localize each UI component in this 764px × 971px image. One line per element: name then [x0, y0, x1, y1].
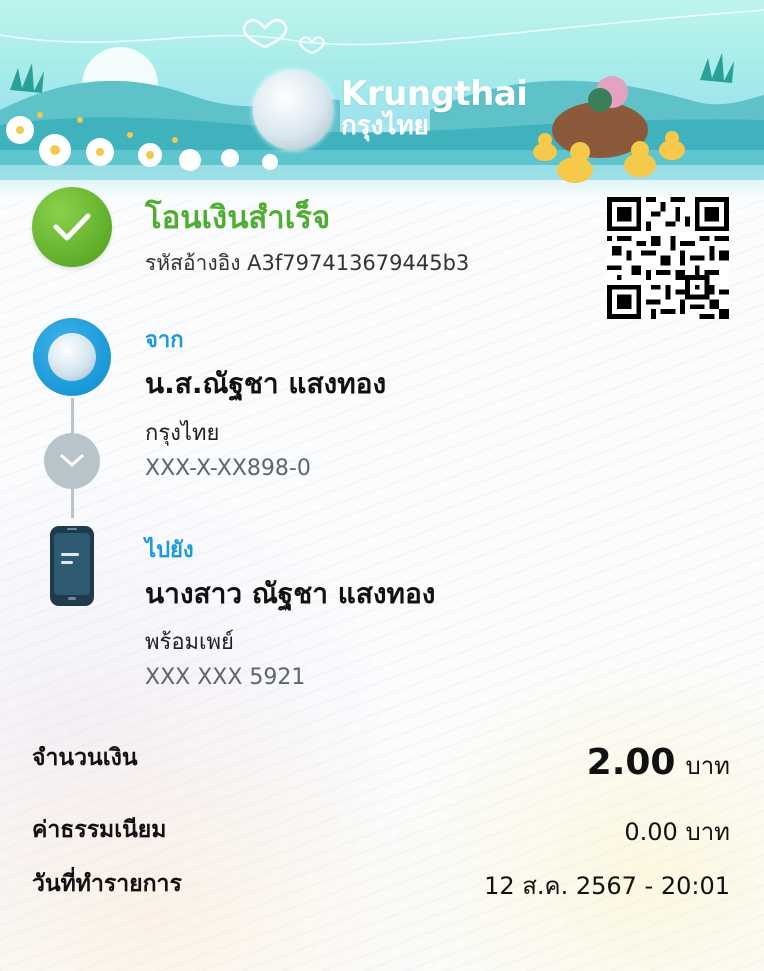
to-name: นางสาว ณัฐชา แสงทอง — [145, 577, 436, 610]
date-label: วันที่ทำรายการ — [32, 871, 182, 897]
from-name: น.ส.ณัฐชา แสงทอง — [145, 367, 387, 400]
to-label: ไปยัง — [145, 538, 194, 563]
to-service: พร้อมเพย์ — [145, 630, 234, 655]
chevron-down-icon — [44, 433, 100, 489]
receipt-content: โอนเงินสำเร็จ รหัสอ้างอิง A3f79741367944… — [0, 0, 764, 971]
status-title: โอนเงินสำเร็จ — [145, 200, 331, 236]
date-value: 12 ส.ค. 2567 - 20:01 — [484, 872, 730, 900]
amount-unit: บาท — [685, 752, 730, 780]
fee-label: ค่าธรรมเนียม — [32, 817, 167, 843]
amount-value-row: 2.00 บาท — [587, 742, 730, 785]
phone-icon — [50, 526, 94, 606]
from-account: XXX-X-XX898-0 — [145, 456, 311, 481]
from-bank-icon — [33, 318, 111, 396]
from-bank: กรุงไทย — [145, 421, 220, 446]
amount-value: 2.00 — [586, 742, 676, 783]
check-icon — [32, 187, 112, 267]
reference-code: รหัสอ้างอิง A3f797413679445b3 — [145, 251, 470, 275]
krungthai-icon — [48, 333, 96, 381]
fee-value: 0.00 บาท — [624, 818, 730, 846]
amount-label: จำนวนเงิน — [32, 745, 138, 771]
from-label: จาก — [145, 328, 184, 353]
qr-code[interactable] — [607, 197, 729, 319]
to-account: XXX XXX 5921 — [145, 665, 306, 690]
